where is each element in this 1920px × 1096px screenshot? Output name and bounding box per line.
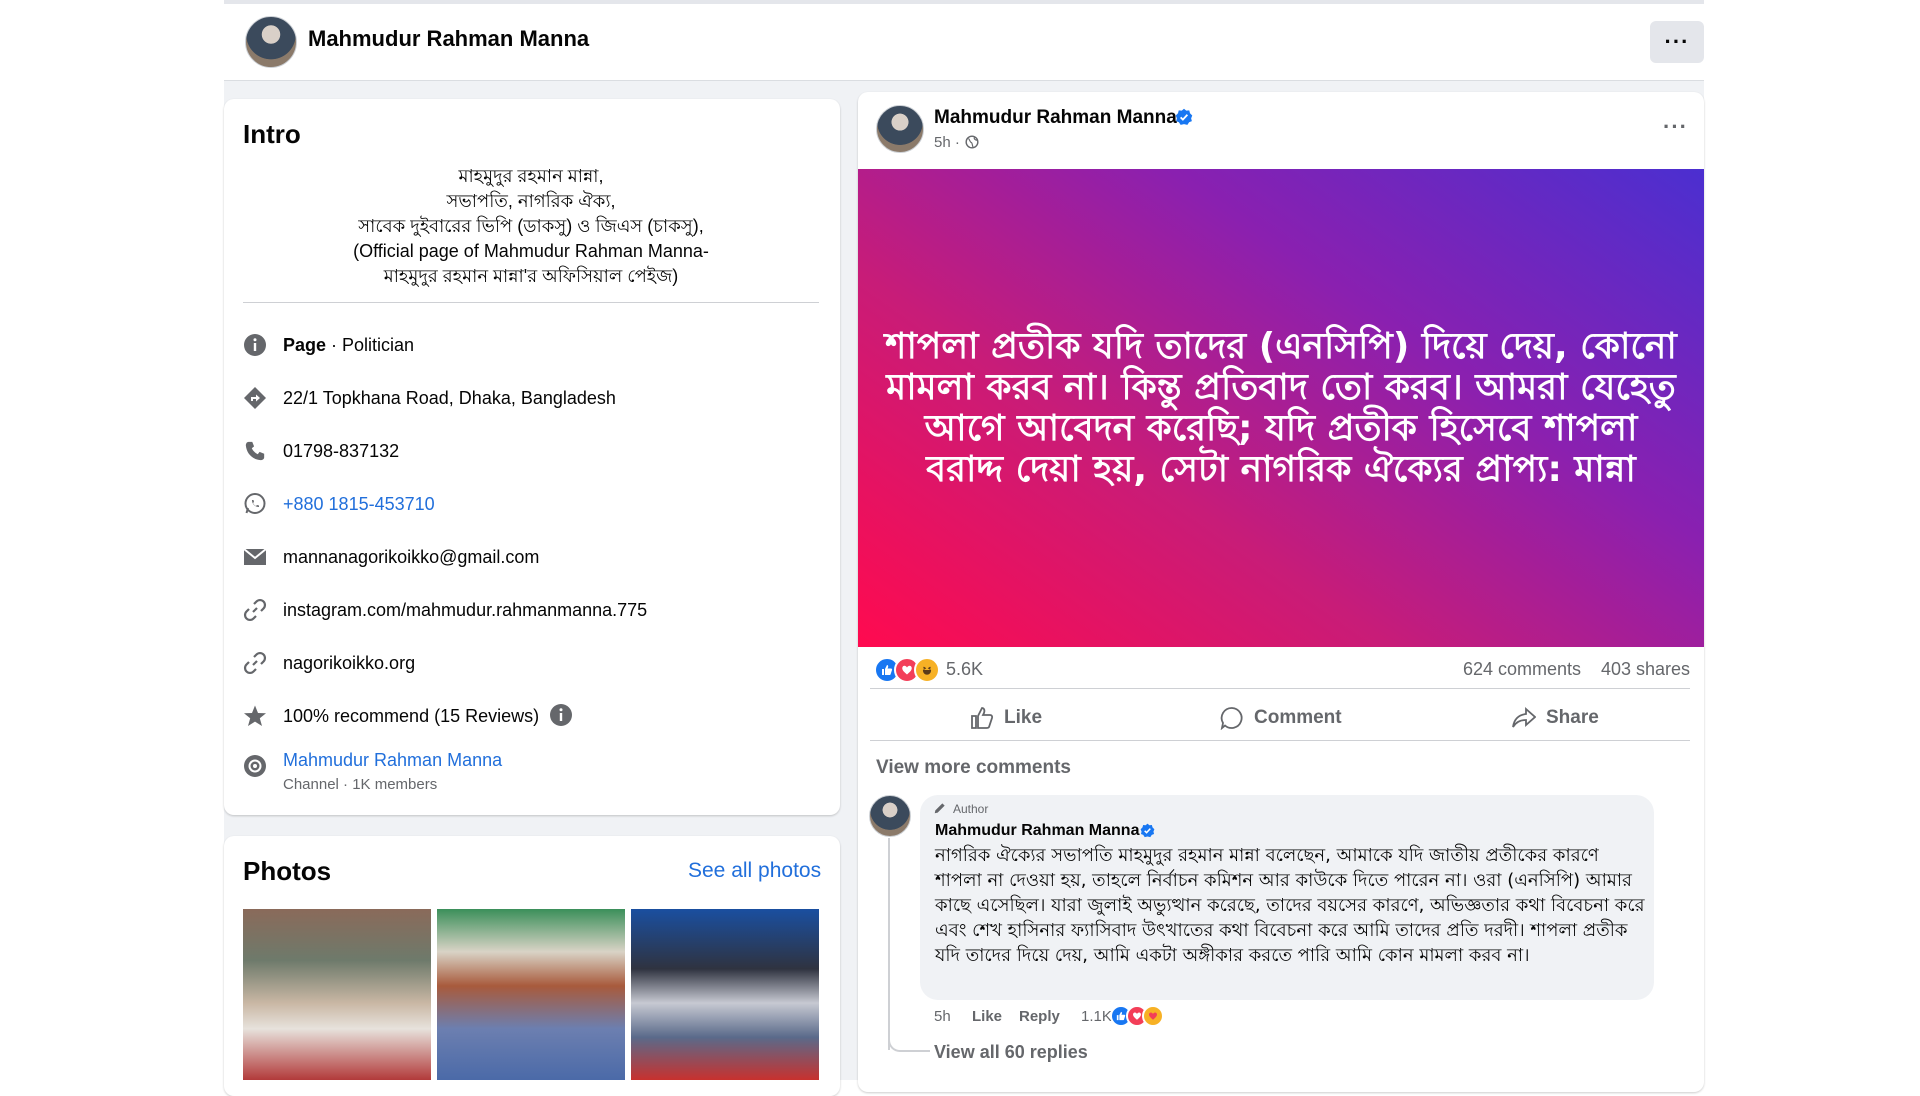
phone-icon xyxy=(242,438,268,464)
comment-reaction-count[interactable]: 1.1K xyxy=(1081,1008,1112,1025)
comment-time[interactable]: 5h xyxy=(934,1008,951,1025)
comment-thread-branch xyxy=(888,1030,930,1052)
star-icon xyxy=(242,703,268,729)
comment-reaction-icons[interactable] xyxy=(1110,1005,1164,1027)
website-link[interactable]: nagorikoikko.org xyxy=(283,653,415,674)
comment-label: Comment xyxy=(1254,707,1342,728)
page-category: Page · Politician xyxy=(283,335,414,356)
photo-thumbnail[interactable] xyxy=(631,909,819,1080)
comment-reply-button[interactable]: Reply xyxy=(1019,1008,1060,1025)
comment-like-button[interactable]: Like xyxy=(972,1008,1002,1025)
intro-bio: মাহমুদুর রহমান মান্না, সভাপতি, নাগরিক ঐক… xyxy=(243,164,819,289)
address-text: 22/1 Topkhana Road, Dhaka, Bangladesh xyxy=(283,388,616,408)
thumbs-up-icon xyxy=(971,707,994,729)
page-label: Page xyxy=(283,335,327,355)
whatsapp-icon xyxy=(242,491,268,517)
info-icon xyxy=(242,332,268,358)
recommend-text: 100% recommend (15 Reviews) xyxy=(283,706,540,726)
post-more-icon[interactable]: ··· xyxy=(1663,114,1688,140)
share-button[interactable]: Share xyxy=(1512,700,1599,736)
phone-text: 01798-837132 xyxy=(283,441,400,461)
author-badge: Author xyxy=(953,802,989,816)
comment-author-name[interactable]: Mahmudur Rahman Manna xyxy=(935,822,1139,840)
actions-top-divider xyxy=(870,688,1690,689)
verified-badge-icon xyxy=(1175,108,1193,126)
post-author-avatar[interactable] xyxy=(876,105,924,153)
photos-title: Photos xyxy=(243,856,332,886)
photo-thumbnail[interactable] xyxy=(243,909,431,1080)
location-pin-icon xyxy=(242,385,268,411)
pencil-icon xyxy=(933,801,947,815)
comments-count[interactable]: 624 comments xyxy=(1463,659,1581,680)
comment-bubble-icon xyxy=(1220,707,1243,730)
view-all-replies-link[interactable]: View all 60 replies xyxy=(934,1042,1088,1063)
post-image-text: শাপলা প্রতীক যদি তাদের (এনসিপি) দিয়ে দে… xyxy=(885,326,1677,490)
bio-line: সাবেক দুইবারের ভিপি (ডাকসু) ও জিএস (চাকস… xyxy=(358,216,704,236)
reaction-count[interactable]: 5.6K xyxy=(946,659,983,680)
channel-meta: Channel · 1K members xyxy=(283,776,438,793)
reaction-icons[interactable] xyxy=(874,657,940,683)
link-icon xyxy=(242,650,268,676)
link-icon xyxy=(242,597,268,623)
bio-line: মাহমুদুর রহমান মান্না, xyxy=(458,166,604,186)
comment-button[interactable]: Comment xyxy=(1220,700,1342,736)
bio-line: সভাপতি, নাগরিক ঐক্য, xyxy=(446,191,616,211)
channel-link[interactable]: Mahmudur Rahman Manna xyxy=(283,750,502,771)
instagram-link[interactable]: instagram.com/mahmudur.rahmanmanna.775 xyxy=(283,600,647,621)
see-all-photos-link[interactable]: See all photos xyxy=(688,859,821,883)
photo-thumbnail[interactable] xyxy=(437,909,625,1080)
care-reaction-icon xyxy=(1142,1005,1164,1027)
like-label: Like xyxy=(1004,707,1043,728)
post-time[interactable]: 5h · xyxy=(934,134,960,151)
post-image[interactable]: শাপলা প্রতীক যদি তাদের (এনসিপি) দিয়ে দে… xyxy=(858,169,1704,647)
view-more-comments-link[interactable]: View more comments xyxy=(876,757,1071,779)
haha-reaction-icon xyxy=(914,657,940,683)
globe-icon xyxy=(965,135,979,149)
like-button[interactable]: Like xyxy=(970,700,1042,736)
channel-icon xyxy=(242,753,268,779)
comment-thread-line xyxy=(888,838,890,1050)
comment-author-avatar[interactable] xyxy=(869,795,911,837)
bio-line: মাহমুদুর রহমান মান্না'র অফিসিয়াল পেইজ) xyxy=(383,266,679,286)
page-avatar[interactable] xyxy=(245,16,297,68)
comment-text: নাগরিক ঐক্যের সভাপতি মাহমুদুর রহমান মান্… xyxy=(935,845,1645,966)
email-text[interactable]: mannanagorikoikko@gmail.com xyxy=(283,547,539,568)
verified-badge-icon xyxy=(1140,823,1155,838)
category-text: · Politician xyxy=(326,335,415,355)
share-arrow-icon xyxy=(1512,706,1536,728)
intro-title: Intro xyxy=(243,119,301,149)
more-dots-icon: ··· xyxy=(1664,29,1690,54)
intro-divider xyxy=(243,302,819,303)
actions-bottom-divider xyxy=(870,740,1690,741)
page-title[interactable]: Mahmudur Rahman Manna xyxy=(308,26,589,52)
bio-line: (Official page of Mahmudur Rahman Manna- xyxy=(353,241,709,261)
info-circle-icon[interactable] xyxy=(549,703,573,727)
more-options-button[interactable]: ··· xyxy=(1650,21,1704,63)
email-icon xyxy=(242,544,268,570)
post-author-name[interactable]: Mahmudur Rahman Manna xyxy=(934,107,1177,129)
share-label: Share xyxy=(1546,707,1599,728)
whatsapp-link[interactable]: +880 1815-453710 xyxy=(283,494,435,515)
shares-count[interactable]: 403 shares xyxy=(1601,659,1690,680)
